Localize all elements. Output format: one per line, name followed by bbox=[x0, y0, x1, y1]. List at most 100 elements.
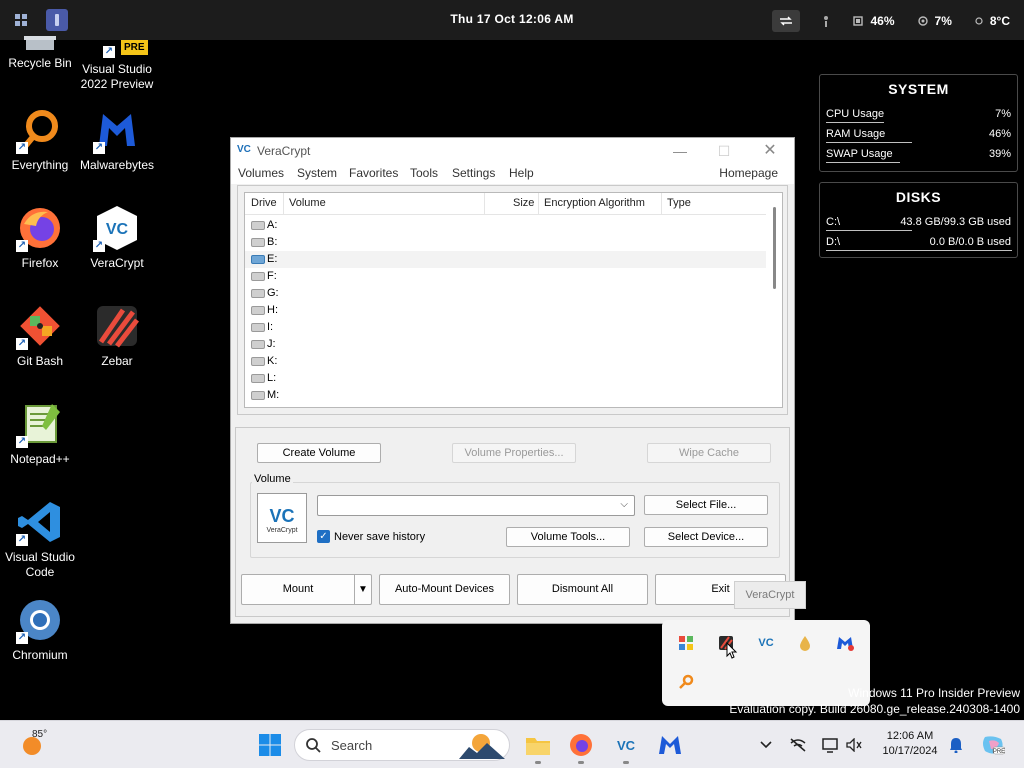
menu-help[interactable]: Help bbox=[509, 166, 534, 180]
drive-list-frame: Drive Volume Size Encryption Algorithm T… bbox=[237, 185, 788, 415]
mount-button[interactable]: Mount ▼ bbox=[241, 574, 372, 605]
swap-arrows-icon[interactable] bbox=[772, 10, 801, 32]
column-separator bbox=[484, 193, 485, 215]
desktop-icon-zebar[interactable]: Zebar bbox=[77, 302, 157, 369]
veracrypt-tray-icon[interactable]: VC bbox=[754, 631, 778, 655]
drive-row[interactable]: K: bbox=[245, 353, 782, 370]
minimize-icon[interactable]: — bbox=[658, 140, 702, 162]
select-device-button[interactable]: Select Device... bbox=[644, 527, 768, 547]
tray-chevron-up-icon[interactable] bbox=[756, 735, 776, 755]
volume-path-combobox[interactable]: ⌵ bbox=[317, 495, 635, 516]
desktop-icon-recycle-bin[interactable]: Recycle Bin bbox=[0, 30, 80, 71]
desktop-icon-everything[interactable]: ↗ Everything bbox=[0, 106, 80, 173]
cpu-value: 46% bbox=[870, 14, 895, 28]
column-encryption-algorithm[interactable]: Encryption Algorithm bbox=[544, 197, 645, 209]
never-save-history-checkbox[interactable]: ✓ Never save history bbox=[317, 530, 425, 543]
drive-row[interactable]: H: bbox=[245, 302, 782, 319]
droplet-tray-icon[interactable] bbox=[793, 631, 817, 655]
drive-row[interactable]: I: bbox=[245, 319, 782, 336]
desktop-icon-notepad-plus-plus[interactable]: ↗ Notepad++ bbox=[0, 400, 80, 467]
chevron-down-icon[interactable]: ⌵ bbox=[620, 499, 628, 510]
everything-tray-icon[interactable] bbox=[674, 670, 698, 694]
veracrypt-logo-icon: VC bbox=[237, 144, 251, 155]
cpu-usage-bar bbox=[826, 122, 884, 123]
swap-usage-bar bbox=[826, 162, 900, 163]
recycle-bin-icon bbox=[16, 30, 64, 52]
start-button[interactable] bbox=[254, 729, 286, 761]
wipe-cache-button[interactable]: Wipe Cache bbox=[647, 443, 771, 463]
folder-icon bbox=[526, 738, 550, 755]
taskbar-file-explorer[interactable] bbox=[522, 729, 554, 764]
system-panel-title: SYSTEM bbox=[888, 81, 949, 97]
disks-panel: DISKS C:\ 43.8 GB/99.3 GB used D:\ 0.0 B… bbox=[819, 182, 1018, 258]
tray-overflow-flyout: VC bbox=[662, 620, 870, 706]
desktop-icon-veracrypt[interactable]: VC ↗ VeraCrypt bbox=[77, 204, 157, 271]
menu-tools[interactable]: Tools bbox=[410, 166, 438, 180]
disk-d-bar bbox=[826, 250, 1012, 251]
volume-tools-button[interactable]: Volume Tools... bbox=[506, 527, 630, 547]
malwarebytes-tray-icon[interactable] bbox=[833, 631, 857, 655]
auto-mount-devices-button[interactable]: Auto-Mount Devices bbox=[379, 574, 510, 605]
drive-row-selected[interactable]: E: bbox=[245, 251, 782, 268]
drive-row[interactable]: M: bbox=[245, 387, 782, 404]
mouse-cursor-icon bbox=[726, 641, 738, 663]
copilot-icon[interactable]: PRE bbox=[980, 735, 1006, 755]
drive-row[interactable]: G: bbox=[245, 285, 782, 302]
mount-dropdown-icon[interactable]: ▼ bbox=[354, 575, 371, 604]
desktop-icon-chromium[interactable]: ↗ Chromium bbox=[0, 596, 80, 663]
drive-list[interactable]: Drive Volume Size Encryption Algorithm T… bbox=[244, 192, 783, 408]
window-titlebar[interactable]: VC VeraCrypt — ☐ ✕ bbox=[231, 138, 794, 164]
system-panel: SYSTEM CPU Usage 7% RAM Usage 46% SWAP U… bbox=[819, 74, 1018, 172]
taskbar-clock[interactable]: 12:06 AM 10/17/2024 bbox=[870, 729, 950, 759]
menu-favorites[interactable]: Favorites bbox=[349, 166, 398, 180]
column-size[interactable]: Size bbox=[513, 197, 534, 209]
temperature-stat: 8°C bbox=[974, 14, 1010, 28]
veracrypt-icon: VC ↗ bbox=[93, 204, 141, 252]
display-icon[interactable] bbox=[820, 735, 840, 755]
color-grid-tray-icon[interactable] bbox=[674, 631, 698, 655]
homepage-link[interactable]: Homepage bbox=[719, 166, 778, 180]
network-offline-icon[interactable] bbox=[788, 735, 808, 755]
create-volume-button[interactable]: Create Volume bbox=[257, 443, 381, 463]
select-file-button[interactable]: Select File... bbox=[644, 495, 768, 515]
desktop-icon-vscode[interactable]: ↗ Visual Studio Code bbox=[0, 498, 80, 580]
column-drive[interactable]: Drive bbox=[251, 197, 277, 209]
firefox-icon: ↗ bbox=[16, 204, 64, 252]
menu-volumes[interactable]: Volumes bbox=[238, 166, 284, 180]
cpu-icon bbox=[853, 16, 864, 26]
maximize-icon[interactable]: ☐ bbox=[702, 140, 746, 162]
taskbar-veracrypt[interactable]: VC bbox=[610, 729, 642, 764]
volume-properties-button[interactable]: Volume Properties... bbox=[452, 443, 576, 463]
scrollbar-thumb[interactable] bbox=[773, 207, 776, 289]
taskbar-malwarebytes[interactable] bbox=[654, 729, 686, 761]
drive-icon bbox=[251, 340, 265, 349]
menu-settings[interactable]: Settings bbox=[452, 166, 495, 180]
ram-usage-row: RAM Usage 46% bbox=[826, 125, 1011, 145]
taskbar-search-box[interactable]: Search bbox=[294, 729, 510, 761]
cpu-stat: 46% bbox=[852, 14, 895, 28]
shortcut-arrow-icon: ↗ bbox=[16, 534, 28, 546]
checkbox-checked-icon[interactable]: ✓ bbox=[317, 530, 330, 543]
desktop-icon-malwarebytes[interactable]: ↗ Malwarebytes bbox=[77, 106, 157, 173]
search-icon bbox=[306, 738, 321, 753]
drive-row[interactable]: F: bbox=[245, 268, 782, 285]
drive-row[interactable]: B: bbox=[245, 234, 782, 251]
menu-system[interactable]: System bbox=[297, 166, 337, 180]
desktop-icon-git-bash[interactable]: ↗ Git Bash bbox=[0, 302, 80, 369]
drive-row[interactable]: L: bbox=[245, 370, 782, 387]
desktop-icon-visual-studio-2022[interactable]: ↗ PRE Visual Studio 2022 Preview bbox=[77, 38, 157, 92]
column-volume[interactable]: Volume bbox=[289, 197, 326, 209]
close-icon[interactable]: ✕ bbox=[748, 140, 792, 162]
column-type[interactable]: Type bbox=[667, 197, 691, 209]
drive-row[interactable]: J: bbox=[245, 336, 782, 353]
desktop-icon-firefox[interactable]: ↗ Firefox bbox=[0, 204, 80, 271]
disk-c-row: C:\ 43.8 GB/99.3 GB used bbox=[826, 213, 1011, 233]
taskbar-firefox[interactable] bbox=[565, 729, 597, 764]
dismount-all-button[interactable]: Dismount All bbox=[517, 574, 648, 605]
running-indicator bbox=[623, 761, 629, 764]
taskbar: 85° Search VC 12:06 AM 10/17/2024 PRE bbox=[0, 720, 1024, 768]
disks-panel-title: DISKS bbox=[895, 189, 942, 205]
volume-muted-icon[interactable] bbox=[844, 735, 864, 755]
drive-row[interactable]: A: bbox=[245, 217, 782, 234]
notification-bell-icon[interactable] bbox=[946, 735, 966, 755]
